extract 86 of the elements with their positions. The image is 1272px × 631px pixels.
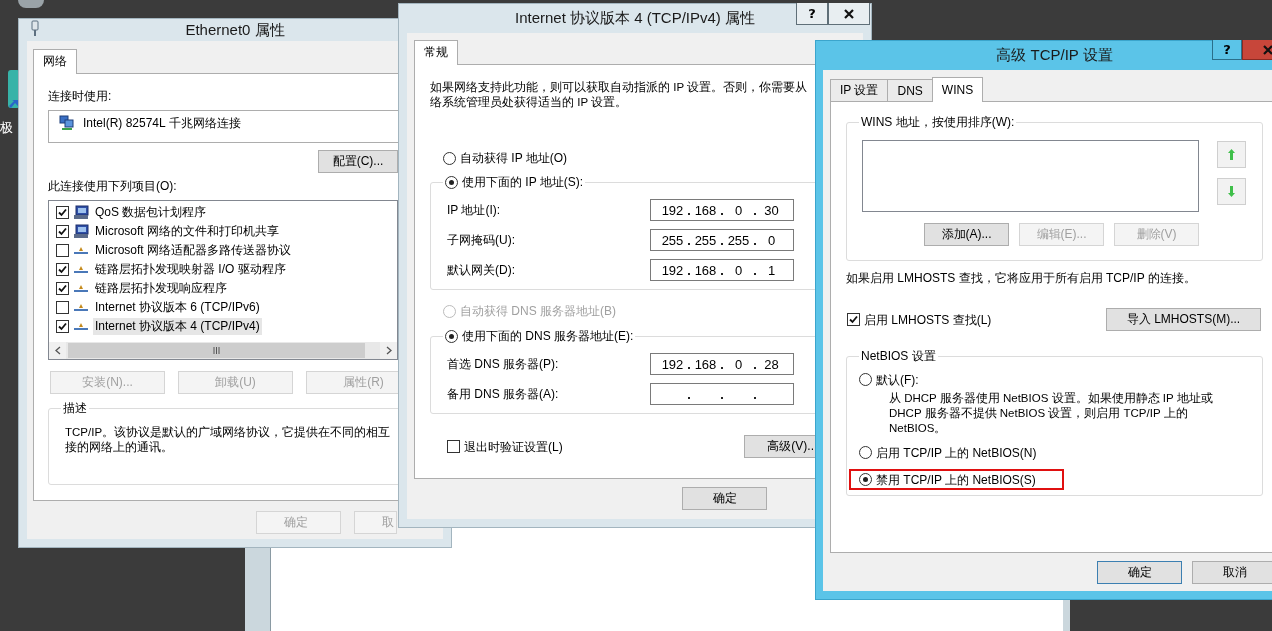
option-label[interactable]: 自动获得 IP 地址(O) [460,150,568,166]
import-button[interactable]: 导入 LMHOSTS(M)... [1106,308,1261,331]
list-item[interactable]: QoS 数据包计划程序 [93,204,209,221]
radio-button[interactable] [443,151,456,165]
window-title: Internet 协议版本 4 (TCP/IPv4) 属性 [514,9,756,28]
computer-icon [73,205,89,220]
help-button[interactable]: ? [796,3,828,25]
network-node-icon [73,322,89,331]
checkbox[interactable] [56,320,69,333]
radio-button[interactable] [445,329,458,343]
tab[interactable]: IP 设置 [830,79,889,101]
option-description: 从 DHCP 服务器使用 NetBIOS 设置。如果使用静态 IP 地址或 DHCP 服务器不提供 NetBIOS 设置，则启用 TCP/IP 上的 NetBIOS。 [889,391,1213,436]
ip-address-field[interactable]: 192 168 0 28 [650,353,794,375]
window-title: 高级 TCP/IP 设置 [996,46,1113,65]
ip-address-field[interactable]: 192 168 0 1 [650,259,794,281]
checkbox[interactable] [847,313,860,326]
list-item[interactable]: Microsoft 网络适配器多路传送器协议 [93,242,293,259]
ip-address-field[interactable] [650,383,794,405]
intro-text: 如果网络支持此功能，则可以获取自动指派的 IP 设置。否则，你需要从 络系统管理员处获得适当的 IP 设置。 [430,80,808,110]
dialog-button[interactable]: 确定 [1097,561,1182,584]
option-label[interactable]: 退出时验证设置(L) [464,438,563,455]
ip-address-field[interactable]: 192 168 0 30 [650,199,794,221]
checkbox[interactable] [56,263,69,276]
dialog-button[interactable]: 添加(A)... [924,223,1009,246]
tab[interactable]: WINS [931,77,984,102]
field-label: 备用 DNS 服务器(A): [447,386,560,402]
radio-button[interactable] [859,373,872,386]
checkbox[interactable] [56,206,69,219]
tab[interactable]: 常规 [414,40,458,65]
info-text: 如果启用 LMHOSTS 查找，它将应用于所有启用 TCP/IP 的连接。 [846,270,1196,286]
radio-button[interactable] [859,473,872,486]
down-arrow-icon [1227,185,1236,198]
network-node-icon [73,303,89,312]
field-label: 子网掩码(U): [447,232,516,248]
radio-button[interactable] [445,175,458,189]
checkbox[interactable] [56,225,69,238]
list-item[interactable]: 链路层拓扑发现映射器 I/O 驱动程序 [93,261,288,278]
list-box[interactable] [862,140,1199,212]
checkbox[interactable] [56,301,69,314]
option-label[interactable]: 默认(F): [876,371,919,388]
list-item[interactable]: Internet 协议版本 4 (TCP/IPv4) [93,318,262,335]
checkbox[interactable] [447,440,460,453]
up-arrow-icon [1227,148,1236,161]
option-label[interactable]: 禁用 TCP/IP 上的 NetBIOS(S) [876,471,1036,488]
list-item[interactable]: Internet 协议版本 6 (TCP/IPv6) [93,299,262,316]
network-node-icon [73,246,89,255]
grip-icon [213,347,220,354]
scrollbar-thumb[interactable] [68,343,365,358]
network-icon [59,115,75,131]
field-label: 连接时使用: [48,88,112,104]
chevron-left-icon [54,346,61,355]
ip-address-field[interactable]: 255 255 255 0 [650,229,794,251]
network-node-icon [73,265,89,274]
advanced-button[interactable]: 高级(V).. [744,435,817,458]
checkbox[interactable] [56,282,69,295]
tab[interactable]: 网络 [33,49,77,74]
radio-button[interactable] [859,446,872,459]
close-button[interactable] [828,3,870,25]
list-item[interactable]: Microsoft 网络的文件和打印机共享 [93,223,281,240]
option-label[interactable]: 启用 LMHOSTS 查找(L) [864,311,992,328]
checkbox[interactable] [56,244,69,257]
description-text: TCP/IP。该协议是默认的广域网络协议，它提供在不同的相互 接的网络上的通讯。 [65,425,392,455]
window-title: Ethernet0 属性 [185,20,285,40]
scroll-left-button[interactable] [49,342,66,359]
tab[interactable]: DNS [887,79,933,101]
network-node-icon [73,284,89,293]
list-item[interactable]: 链路层拓扑发现响应程序 [93,280,229,297]
help-button[interactable]: ? [1212,40,1242,60]
desktop-icon-label: 极 [0,120,13,136]
group-label: NetBIOS 设置 [859,348,938,364]
field-label: 此连接使用下列项目(O): [48,178,177,194]
group-label: WINS 地址，按使用排序(W): [859,114,1017,130]
computer-icon [73,224,89,239]
close-icon [1263,44,1272,55]
scroll-right-button[interactable] [380,342,397,359]
scrollbar[interactable] [49,342,397,359]
field-label: 首选 DNS 服务器(P): [447,356,560,372]
field-label: IP 地址(I): [447,202,502,218]
chevron-right-icon [385,346,392,355]
dialog-button[interactable]: 取消 [1192,561,1272,584]
close-icon [844,8,854,19]
dialog-button[interactable]: 确定 [682,487,767,510]
field-label: 默认网关(D): [447,262,516,278]
configure-button[interactable]: 配置(C)... [318,150,398,173]
option-label[interactable]: 启用 TCP/IP 上的 NetBIOS(N) [876,444,1037,461]
group-label: 描述 [61,400,89,416]
